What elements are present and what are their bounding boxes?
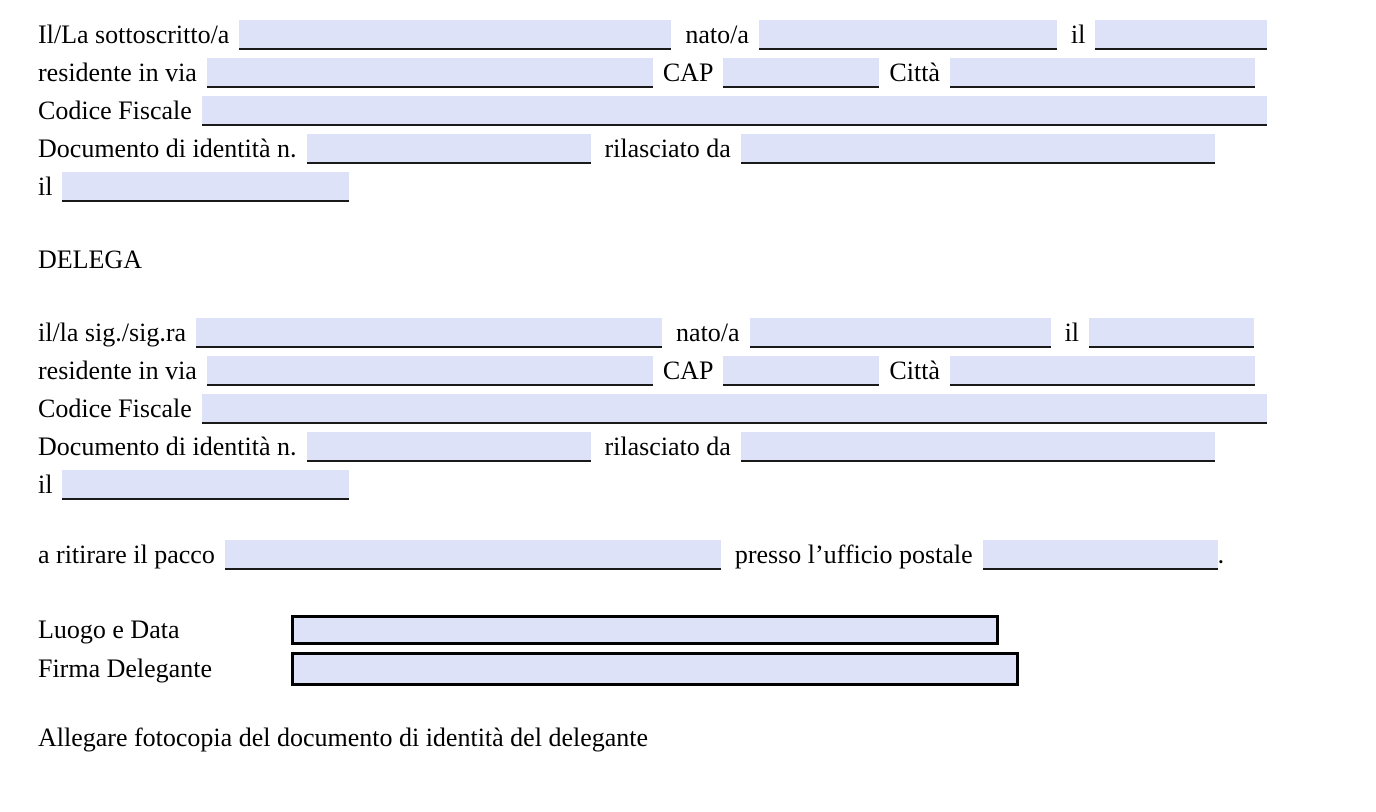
label-presso-ufficio-postale: presso l’ufficio postale [734,540,973,570]
field-codice-fiscale[interactable] [201,96,1267,126]
label-luogo-e-data: Luogo e Data [38,615,288,645]
field-delegato-data-rilascio[interactable] [62,470,350,500]
label-nato-a: nato/a [685,20,749,50]
label-il-nascita: il [1070,20,1086,50]
label-delegato-nato-a: nato/a [676,318,740,348]
label-a-ritirare-il-pacco: a ritirare il pacco [38,540,215,570]
firma-delegante-row: Firma Delegante [38,650,1019,688]
field-indirizzo[interactable] [206,58,653,88]
field-delegato-data-nascita[interactable] [1089,318,1255,348]
field-luogo-nascita[interactable] [758,20,1057,50]
delegato-row-data-rilascio: il [38,470,350,500]
field-luogo-e-data[interactable] [291,615,999,645]
label-residente-in-via: residente in via [38,58,197,88]
label-il-rilascio: il [38,172,53,202]
field-delegato-luogo-nascita[interactable] [749,318,1051,348]
delegato-row-codice-fiscale: Codice Fiscale [38,394,1267,424]
field-pacco[interactable] [224,540,721,570]
field-delegato-nome[interactable] [196,318,663,348]
delegante-row-codice-fiscale: Codice Fiscale [38,96,1267,126]
field-delegato-cap[interactable] [723,356,880,386]
label-delegato-cap: CAP [662,356,714,386]
label-codice-fiscale: Codice Fiscale [38,96,192,126]
label-citta: Città [889,58,940,88]
label-rilasciato-da: rilasciato da [604,134,731,164]
label-delegato-il-nascita: il [1064,318,1080,348]
field-delegato-documento-numero[interactable] [306,432,591,462]
footer-note: Allegare fotocopia del documento di iden… [38,723,649,752]
field-data-nascita[interactable] [1095,20,1268,50]
field-delegato-codice-fiscale[interactable] [201,394,1267,424]
label-sig-sig-ra: il/la sig./sig.ra [38,318,187,348]
delegante-row-anagrafica: Il/La sottoscritto/a nato/a il [38,20,1268,50]
field-rilasciato-da[interactable] [740,134,1215,164]
label-delegato-documento-identita: Documento di identità n. [38,432,297,462]
label-sottoscritto: Il/La sottoscritto/a [38,20,230,50]
purpose-row-period: . [1217,540,1225,570]
label-delegato-rilasciato-da: rilasciato da [604,432,731,462]
label-documento-identita: Documento di identità n. [38,134,297,164]
field-cap[interactable] [723,58,880,88]
label-delegato-il-rilascio: il [38,470,53,500]
delega-heading: DELEGA [38,245,142,274]
field-delegato-indirizzo[interactable] [206,356,653,386]
field-firma-delegante[interactable] [291,652,1019,686]
label-delegato-codice-fiscale: Codice Fiscale [38,394,192,424]
field-documento-numero[interactable] [306,134,591,164]
label-delegato-citta: Città [889,356,940,386]
field-data-rilascio[interactable] [62,172,350,202]
delegato-row-documento: Documento di identità n. rilasciato da [38,432,1215,462]
label-firma-delegante: Firma Delegante [38,654,288,684]
field-sottoscritto-nome[interactable] [239,20,672,50]
document-page: Il/La sottoscritto/a nato/a il residente… [0,0,1376,812]
field-delegato-rilasciato-da[interactable] [740,432,1215,462]
field-citta[interactable] [949,58,1255,88]
label-cap: CAP [662,58,714,88]
field-ufficio-postale[interactable] [982,540,1218,570]
delegante-row-residenza: residente in via CAP Città [38,58,1255,88]
delegante-row-data-rilascio: il [38,172,350,202]
delegato-row-residenza: residente in via CAP Città [38,356,1255,386]
label-delegato-residente-in-via: residente in via [38,356,197,386]
delegato-row-anagrafica: il/la sig./sig.ra nato/a il [38,318,1255,348]
purpose-row: a ritirare il pacco presso l’ufficio pos… [38,540,1225,570]
luogo-e-data-row: Luogo e Data [38,614,999,646]
delegante-row-documento: Documento di identità n. rilasciato da [38,134,1215,164]
field-delegato-citta[interactable] [949,356,1255,386]
